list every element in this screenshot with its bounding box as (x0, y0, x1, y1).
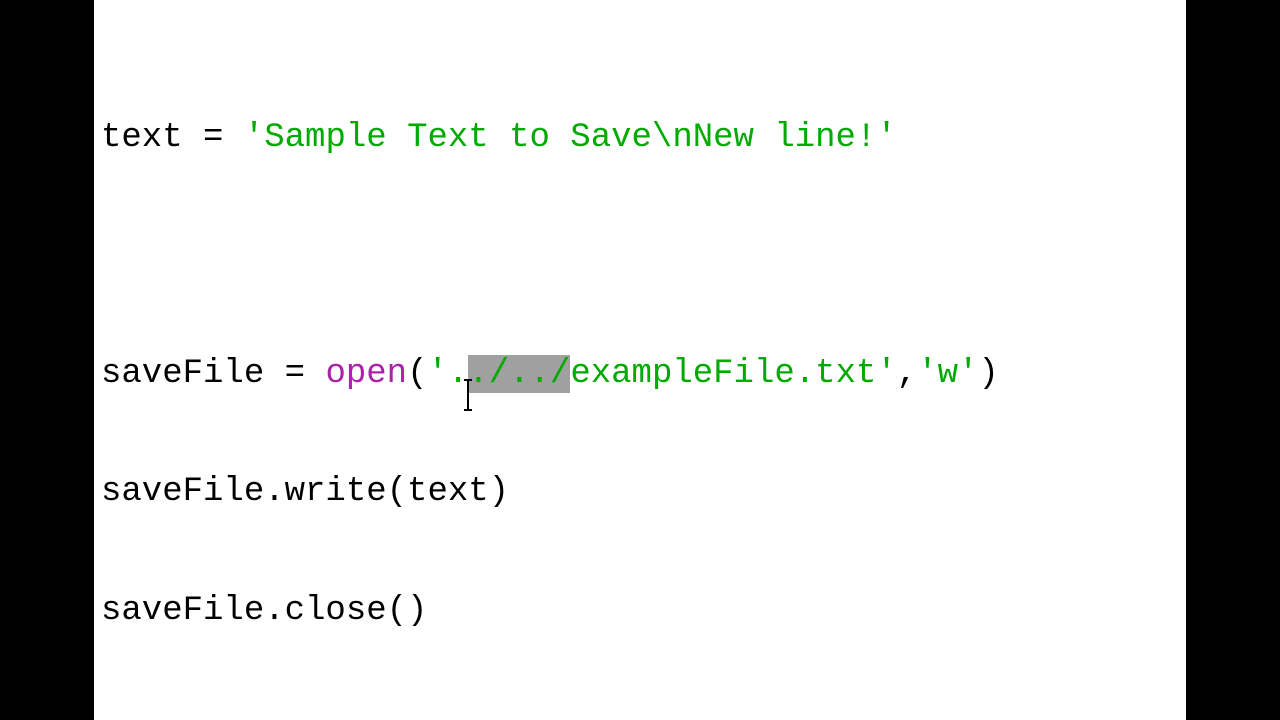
string-quote: ' (427, 355, 448, 394)
paren-close: ) (978, 355, 999, 394)
variable-savefile: saveFile (101, 355, 265, 394)
assign-operator: = (264, 355, 326, 394)
code-line-3[interactable]: saveFile.write(text) (101, 473, 999, 512)
code-block[interactable]: text = 'Sample Text to Save\nNew line!' … (101, 40, 999, 710)
video-frame: text = 'Sample Text to Save\nNew line!' … (0, 0, 1280, 720)
variable-text: text (101, 118, 183, 157)
builtin-open: open (325, 355, 408, 394)
mode-string: 'w' (917, 355, 979, 394)
selected-text[interactable]: ./../ (468, 355, 571, 394)
paren-open: ( (407, 355, 428, 394)
string-literal: 'Sample Text to Save\nNew line!' (243, 118, 897, 157)
assign-operator: = (182, 118, 244, 157)
comma: , (896, 355, 918, 394)
filename-string: exampleFile.txt' (570, 355, 897, 394)
code-line-blank[interactable] (101, 237, 999, 276)
code-line-2[interactable]: saveFile = open('. ./../exampleFile.txt',… (101, 355, 999, 412)
code-line-1[interactable]: text = 'Sample Text to Save\nNew line!' (101, 119, 999, 158)
code-editor[interactable]: text = 'Sample Text to Save\nNew line!' … (94, 0, 1186, 720)
code-line-4[interactable]: saveFile.close() (101, 592, 999, 631)
